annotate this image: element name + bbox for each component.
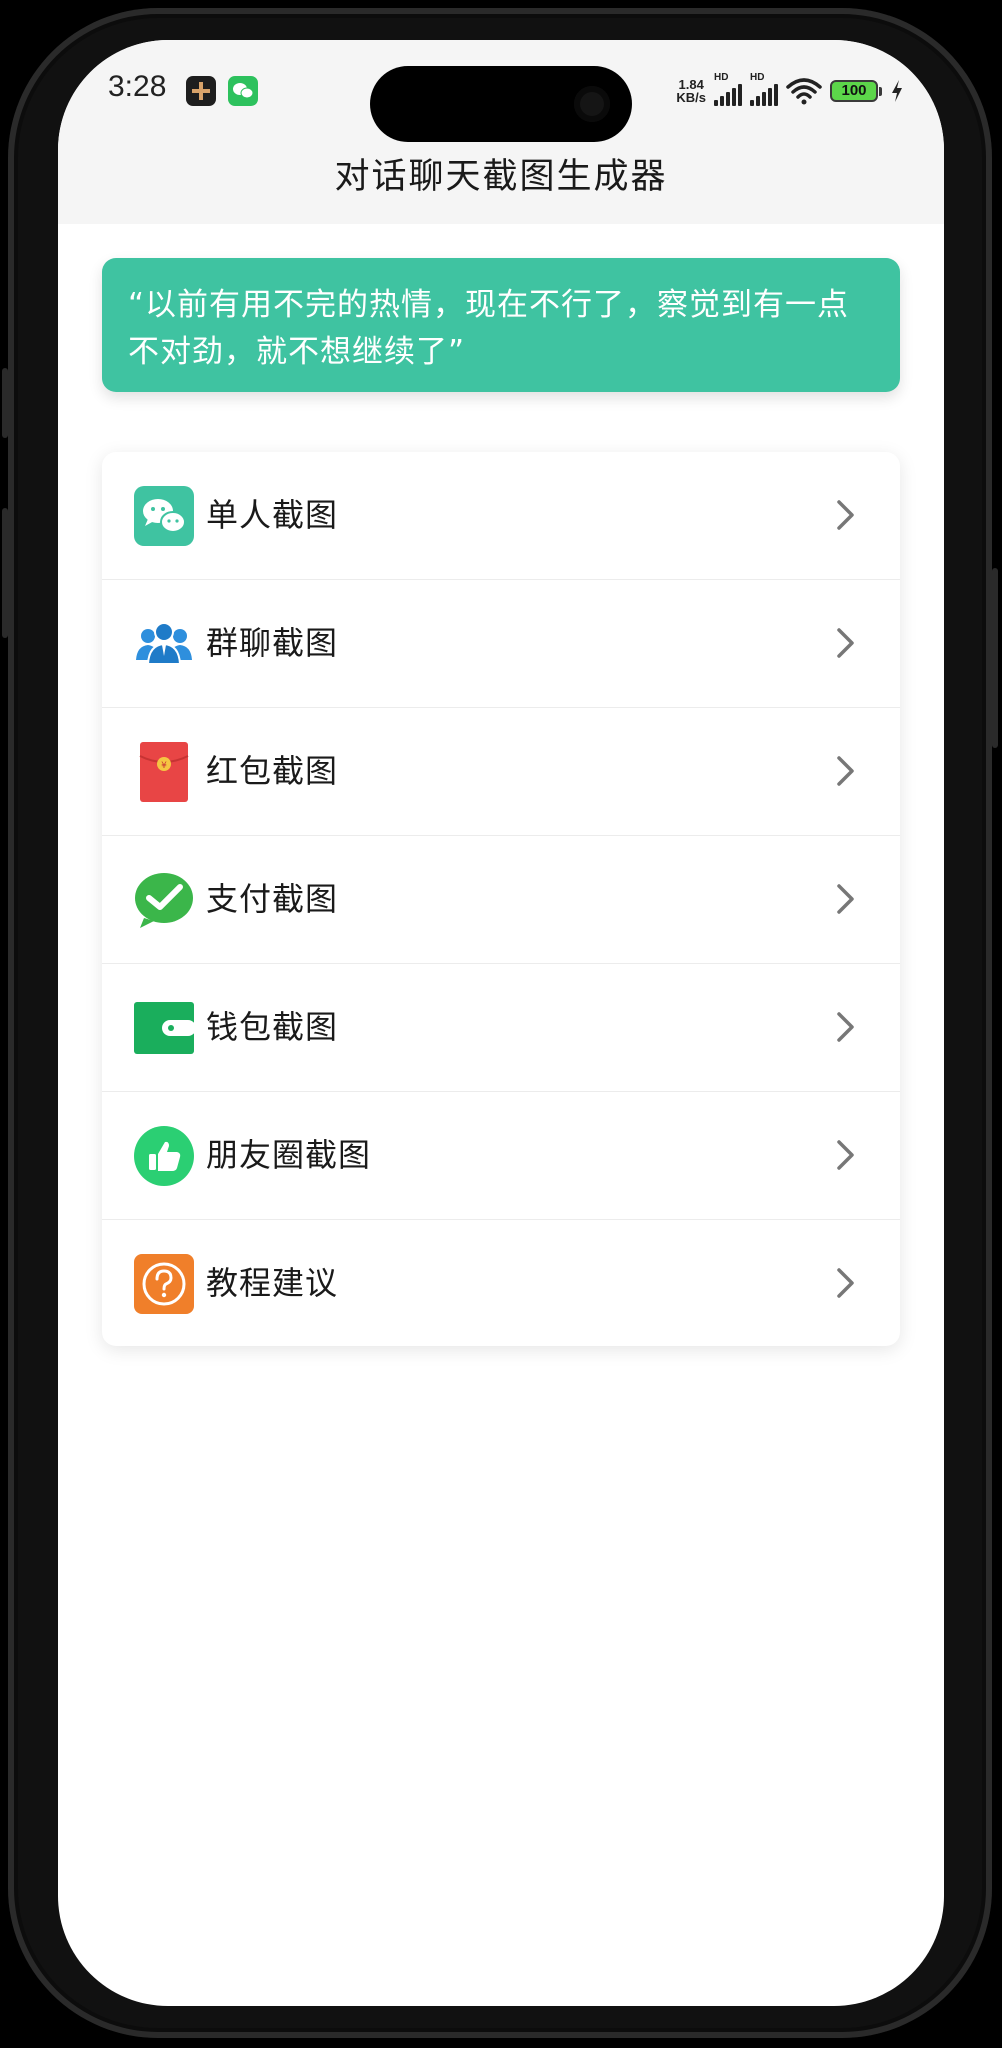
chevron-right-icon bbox=[837, 1268, 854, 1298]
signal-1-icon: HD bbox=[714, 72, 742, 106]
group-users-icon bbox=[136, 622, 192, 665]
menu-item-payment[interactable]: 支付截图 bbox=[102, 836, 900, 964]
chevron-right-icon bbox=[837, 756, 854, 786]
menu-item-label: 支付截图 bbox=[206, 880, 339, 918]
volume-down-button bbox=[2, 508, 8, 638]
signal-2-hd-tag: HD bbox=[750, 72, 765, 83]
status-bar: 3:28 1.84 KB/s HD HD 100 bbox=[58, 40, 944, 142]
wallet-icon bbox=[134, 1002, 194, 1054]
question-mark-icon bbox=[134, 1254, 194, 1314]
battery-level: 100 bbox=[830, 80, 878, 102]
battery-icon: 100 bbox=[830, 80, 882, 102]
chevron-right-icon bbox=[837, 884, 854, 914]
header-area: 3:28 1.84 KB/s HD HD 100 对话聊天截图生成器 bbox=[58, 40, 944, 224]
app-screen: 3:28 1.84 KB/s HD HD 100 对话聊天截图生成器 “以前有用… bbox=[58, 40, 944, 2006]
charging-bolt-icon bbox=[892, 80, 902, 102]
wifi-icon bbox=[786, 78, 822, 105]
thumbs-up-icon bbox=[134, 1126, 194, 1186]
chevron-right-icon bbox=[837, 1012, 854, 1042]
quote-card: “以前有用不完的热情，现在不行了，察觉到有一点不对劲，就不想继续了” bbox=[102, 258, 900, 392]
menu-item-single-chat[interactable]: 单人截图 bbox=[102, 452, 900, 580]
menu-item-group-chat[interactable]: 群聊截图 bbox=[102, 580, 900, 708]
menu-item-label: 教程建议 bbox=[206, 1264, 339, 1302]
quote-text: “以前有用不完的热情，现在不行了，察觉到有一点不对劲，就不想继续了” bbox=[128, 287, 850, 370]
recorder-app-icon bbox=[186, 76, 216, 106]
network-speed: 1.84 KB/s bbox=[676, 78, 706, 104]
menu-item-label: 钱包截图 bbox=[206, 1008, 339, 1046]
chevron-right-icon bbox=[837, 628, 854, 658]
menu-item-moments[interactable]: 朋友圈截图 bbox=[102, 1092, 900, 1220]
chevron-right-icon bbox=[837, 1140, 854, 1170]
signal-1-hd-tag: HD bbox=[714, 72, 729, 83]
red-envelope-icon: ¥ bbox=[139, 742, 189, 802]
chevron-right-icon bbox=[837, 500, 854, 530]
signal-2-icon: HD bbox=[750, 72, 778, 106]
dynamic-island bbox=[370, 66, 632, 142]
status-time: 3:28 bbox=[108, 70, 167, 103]
menu-item-label: 单人截图 bbox=[206, 496, 339, 534]
network-speed-unit: KB/s bbox=[676, 90, 706, 105]
menu-item-label: 群聊截图 bbox=[206, 624, 339, 662]
menu-item-label: 朋友圈截图 bbox=[206, 1136, 372, 1174]
svg-text:¥: ¥ bbox=[161, 761, 167, 771]
front-camera bbox=[574, 86, 610, 122]
page-title: 对话聊天截图生成器 bbox=[334, 157, 668, 197]
menu-item-tutorial[interactable]: 教程建议 bbox=[102, 1220, 900, 1346]
menu-item-label: 红包截图 bbox=[206, 752, 339, 790]
payment-check-icon bbox=[135, 873, 193, 928]
power-button bbox=[992, 568, 998, 748]
status-indicators: 1.84 KB/s HD HD 100 bbox=[676, 72, 904, 108]
wechat-app-icon bbox=[228, 76, 258, 106]
menu-item-red-envelope[interactable]: ¥ 红包截图 bbox=[102, 708, 900, 836]
chat-bubbles-icon bbox=[134, 486, 194, 546]
menu-item-wallet[interactable]: 钱包截图 bbox=[102, 964, 900, 1092]
volume-up-button bbox=[2, 368, 8, 438]
menu-list: 单人截图 群聊截图 ¥ 红包截图 支付截图 钱包截图 朋友圈截图 教程建议 bbox=[102, 452, 900, 1346]
